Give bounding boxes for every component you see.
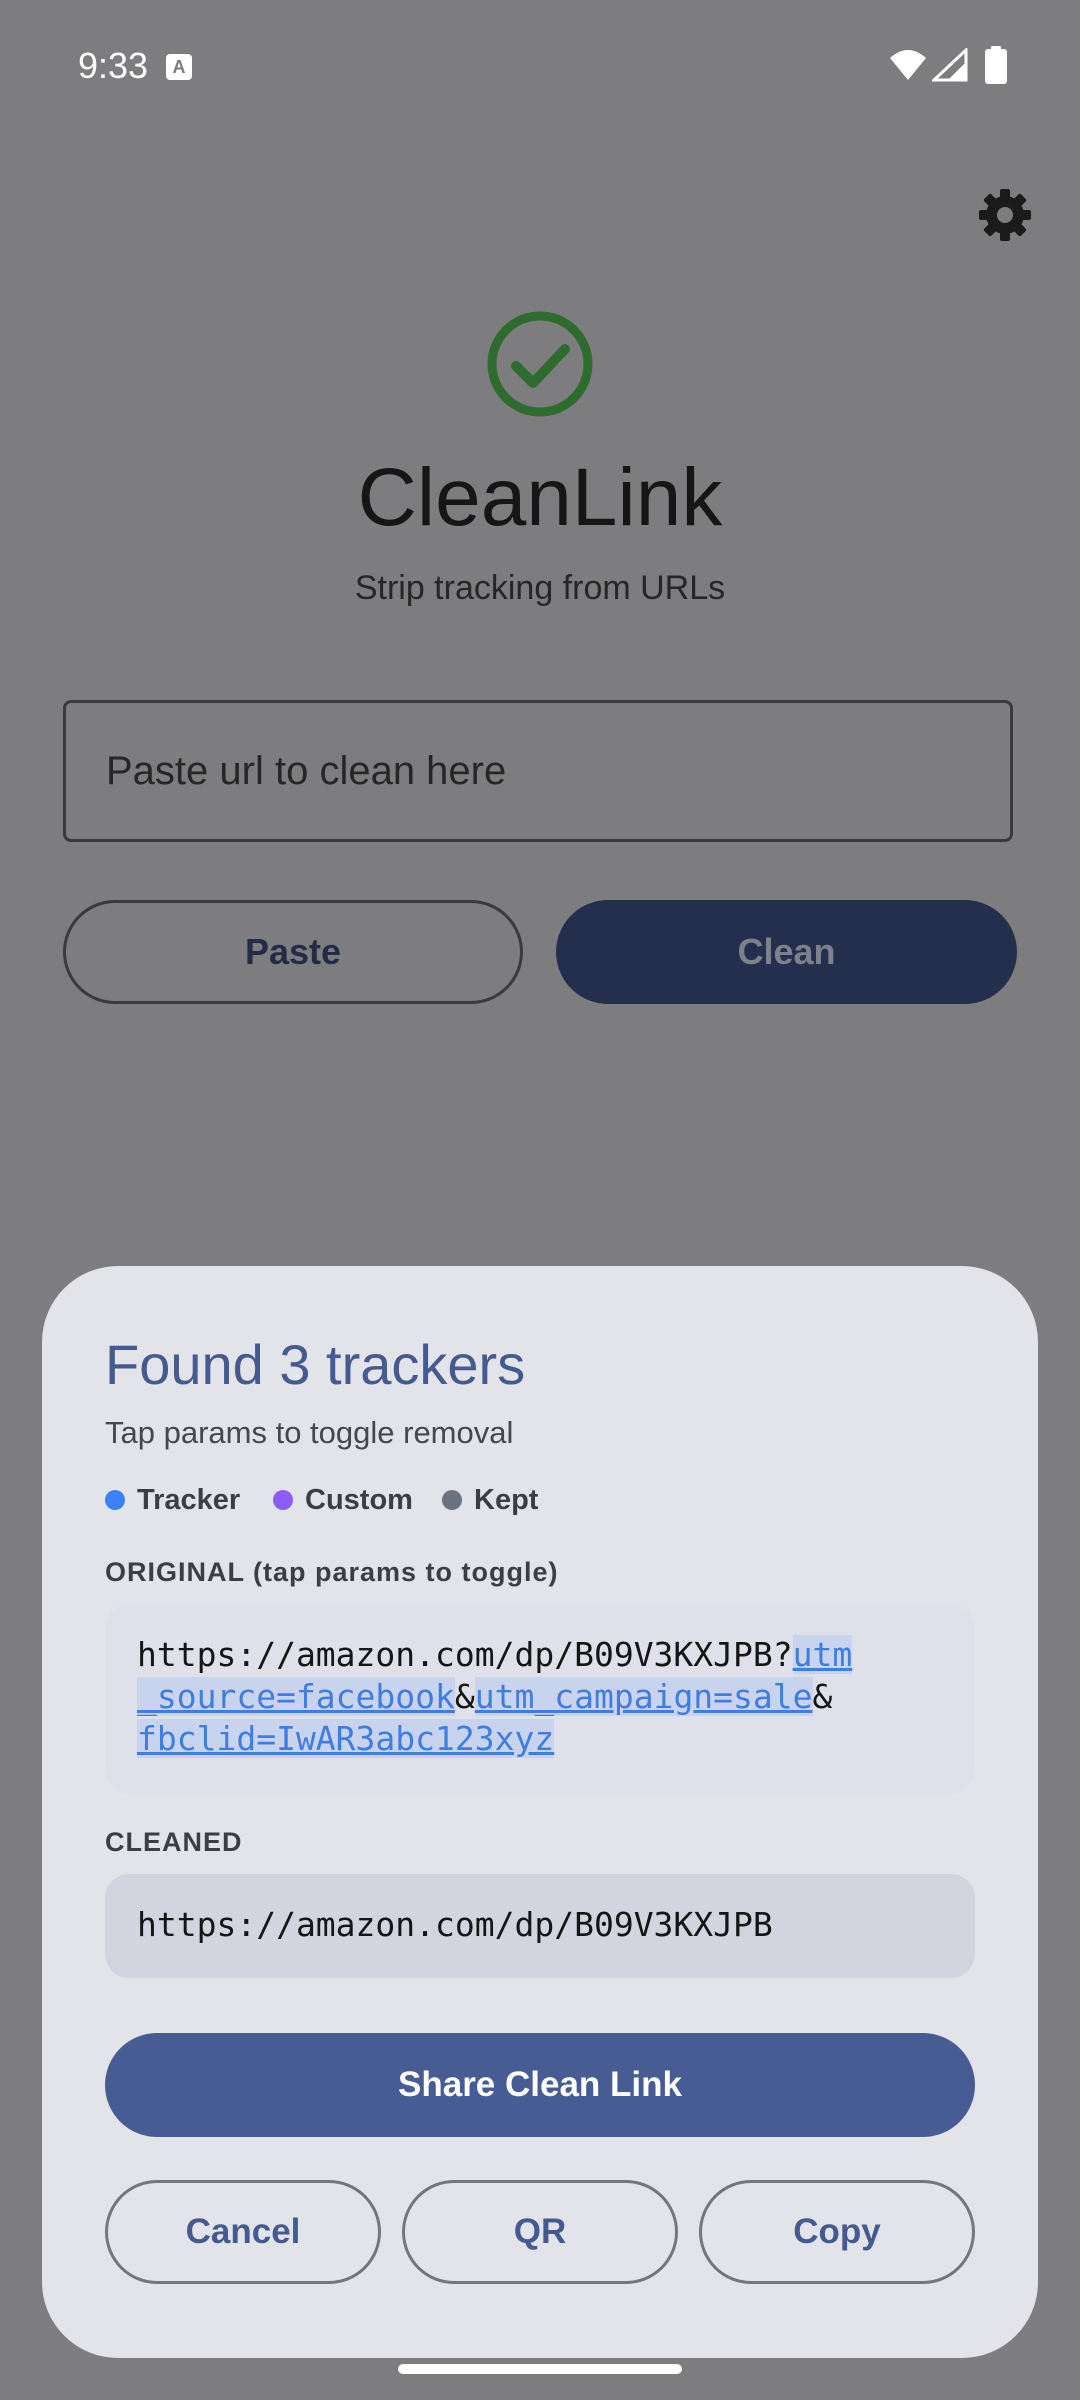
text-notification-icon-letter: A — [172, 57, 186, 77]
status-time: 9:33 — [78, 45, 149, 86]
url-input[interactable]: Paste url to clean here — [63, 700, 1013, 842]
param-separator: & — [454, 1677, 475, 1716]
cleaned-url: https://amazon.com/dp/B09V3KXJPB — [137, 1905, 773, 1944]
param-separator: & — [812, 1677, 833, 1716]
battery-icon — [985, 46, 1007, 84]
param-utm-source-part2[interactable]: _source=facebook — [137, 1677, 455, 1716]
settings-gear-icon[interactable] — [978, 188, 1032, 242]
url-base: https://amazon.com/dp/B09V3KXJPB? — [137, 1635, 793, 1674]
cleaned-label: CLEANED — [105, 1827, 243, 1857]
wifi-icon — [890, 50, 926, 80]
app-title: CleanLink — [357, 452, 723, 543]
legend-tracker-label: Tracker — [137, 1484, 241, 1516]
app-subtitle: Strip tracking from URLs — [354, 569, 726, 607]
cancel-button[interactable]: Cancel — [105, 2180, 381, 2284]
check-circle-icon — [487, 311, 593, 417]
param-utm-source-part1[interactable]: utm — [792, 1635, 853, 1674]
legend-kept-dot — [442, 1490, 462, 1510]
paste-button[interactable]: Paste — [63, 900, 523, 1004]
param-utm-campaign[interactable]: utm_campaign=sale — [474, 1677, 813, 1716]
qr-button[interactable]: QR — [402, 2180, 678, 2284]
cell-signal-icon — [932, 48, 968, 82]
original-label: ORIGINAL (tap params to toggle) — [105, 1557, 559, 1587]
original-url: https://amazon.com/dp/B09V3KXJPB?utm _so… — [137, 1634, 957, 1760]
clean-button[interactable]: Clean — [556, 900, 1017, 1004]
legend-kept-label: Kept — [474, 1484, 539, 1516]
share-clean-link-button[interactable]: Share Clean Link — [105, 2033, 975, 2137]
sheet-subtitle: Tap params to toggle removal — [105, 1415, 514, 1450]
legend-tracker-dot — [105, 1490, 125, 1510]
legend-custom-label: Custom — [305, 1484, 413, 1516]
legend-custom-dot — [273, 1490, 293, 1510]
param-fbclid[interactable]: fbclid=IwAR3abc123xyz — [137, 1719, 555, 1758]
sheet-title: Found 3 trackers — [105, 1333, 526, 1396]
copy-button[interactable]: Copy — [699, 2180, 975, 2284]
text-notification-icon: A — [166, 54, 192, 80]
home-indicator[interactable] — [398, 2364, 682, 2374]
